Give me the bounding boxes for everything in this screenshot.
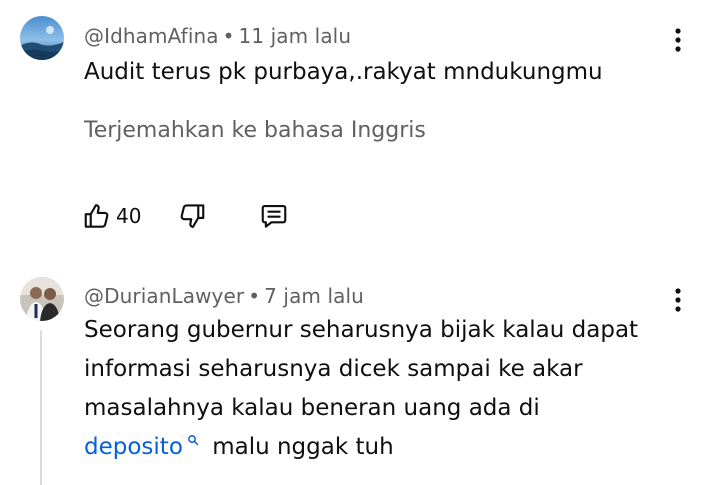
- comment-author[interactable]: @IdhamAfina: [84, 24, 219, 48]
- search-suggestion-icon: [187, 435, 199, 446]
- comment-meta: @IdhamAfina • 11 jam lalu: [84, 24, 351, 48]
- comment-text-line: informasi seharusnya dicek sampai ke aka…: [84, 356, 583, 382]
- meta-separator: •: [222, 24, 235, 48]
- dislike-button[interactable]: [177, 198, 207, 234]
- comment-text-rest: malu nggak tuh: [212, 434, 394, 460]
- reply-icon: [262, 204, 287, 228]
- comment-timestamp[interactable]: 7 jam lalu: [264, 284, 364, 308]
- kebab-menu-icon[interactable]: [666, 282, 690, 318]
- thread-line: [40, 330, 42, 485]
- kebab-menu-icon[interactable]: [666, 22, 690, 58]
- thumbs-down-icon: [181, 204, 205, 228]
- translate-link[interactable]: Terjemahkan ke bahasa Inggris: [84, 118, 426, 143]
- reply-button[interactable]: [259, 198, 289, 234]
- search-link[interactable]: deposito: [84, 434, 199, 460]
- avatar-image: [20, 16, 64, 60]
- like-button[interactable]: 40: [82, 198, 141, 234]
- like-count: 40: [116, 204, 142, 228]
- comment-actions: 40: [82, 198, 289, 234]
- comment-text-line: deposito malu nggak tuh: [84, 434, 394, 460]
- comment-timestamp[interactable]: 11 jam lalu: [239, 24, 352, 48]
- comment-text: Audit terus pk purbaya,.rakyat mndukungm…: [84, 59, 603, 85]
- avatar[interactable]: [20, 16, 64, 60]
- comment-meta: @DurianLawyer • 7 jam lalu: [84, 284, 364, 308]
- comment-text-line: masalahnya kalau beneran uang ada di: [84, 395, 540, 421]
- comment-author[interactable]: @DurianLawyer: [84, 284, 244, 308]
- comment-text-line: Seorang gubernur seharusnya bijak kalau …: [84, 317, 639, 343]
- search-link-label: deposito: [84, 434, 183, 460]
- avatar[interactable]: [20, 277, 64, 321]
- avatar-image: [20, 277, 64, 321]
- thumbs-up-icon: [84, 204, 109, 228]
- meta-separator: •: [248, 284, 261, 308]
